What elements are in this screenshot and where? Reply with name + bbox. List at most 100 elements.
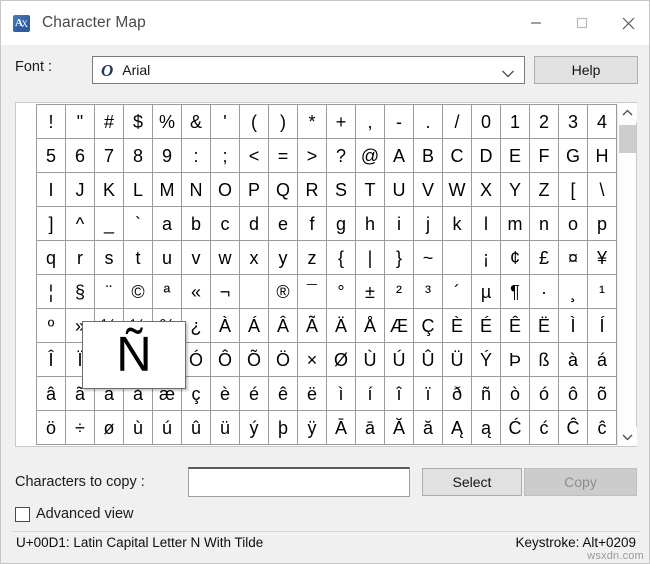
character-cell[interactable]: y [269, 241, 298, 275]
character-cell[interactable]: Í [588, 309, 617, 343]
character-cell[interactable]: v [182, 241, 211, 275]
character-cell[interactable]: U [385, 173, 414, 207]
character-cell[interactable]: ; [211, 139, 240, 173]
character-cell[interactable]: × [298, 343, 327, 377]
character-cell[interactable]: ´ [443, 275, 472, 309]
character-cell[interactable]: ú [153, 411, 182, 445]
character-cell[interactable]: Ā [327, 411, 356, 445]
character-cell[interactable]: 1 [501, 105, 530, 139]
character-cell[interactable]: @ [356, 139, 385, 173]
character-cell[interactable]: m [501, 207, 530, 241]
maximize-button[interactable] [559, 1, 605, 45]
character-cell[interactable]: q [37, 241, 66, 275]
character-cell[interactable]: ± [356, 275, 385, 309]
character-cell[interactable]: « [182, 275, 211, 309]
character-cell[interactable]: N [182, 173, 211, 207]
characters-to-copy-input[interactable] [188, 467, 410, 497]
character-cell[interactable]: ¹ [588, 275, 617, 309]
character-cell[interactable]: C [443, 139, 472, 173]
help-button[interactable]: Help [534, 56, 638, 84]
character-cell[interactable]: \ [588, 173, 617, 207]
character-cell[interactable]: ÷ [66, 411, 95, 445]
character-cell[interactable]: ë [298, 377, 327, 411]
character-cell[interactable]: à [559, 343, 588, 377]
character-cell[interactable]: % [153, 105, 182, 139]
character-cell[interactable]: À [211, 309, 240, 343]
character-cell[interactable]: V [414, 173, 443, 207]
copy-button[interactable]: Copy [524, 468, 637, 496]
character-cell[interactable]: ÿ [298, 411, 327, 445]
character-cell[interactable]: Ç [414, 309, 443, 343]
character-cell[interactable]: & [182, 105, 211, 139]
character-cell[interactable]: M [153, 173, 182, 207]
character-cell[interactable]: Ù [356, 343, 385, 377]
character-cell[interactable]: h [356, 207, 385, 241]
character-cell[interactable]: É [472, 309, 501, 343]
character-cell[interactable]: , [356, 105, 385, 139]
character-cell[interactable]: T [356, 173, 385, 207]
character-cell[interactable]: / [443, 105, 472, 139]
grid-scrollbar[interactable] [617, 103, 637, 446]
character-cell[interactable]: ¬ [211, 275, 240, 309]
character-cell[interactable]: : [182, 139, 211, 173]
character-cell[interactable]: ³ [414, 275, 443, 309]
character-cell[interactable]: Z [530, 173, 559, 207]
character-cell[interactable]: " [66, 105, 95, 139]
character-cell[interactable]: P [240, 173, 269, 207]
character-cell[interactable]: n [530, 207, 559, 241]
character-cell[interactable]: § [66, 275, 95, 309]
character-cell[interactable]: ì [327, 377, 356, 411]
character-cell[interactable]: þ [269, 411, 298, 445]
character-grid[interactable]: ! " # $% & '() * +, -./0 1 2 3 4 5 6 7 8 9:; < = >? @ A B C D E F G H… [36, 104, 617, 445]
character-cell[interactable]: ¨ [95, 275, 124, 309]
character-cell[interactable]: ] [37, 207, 66, 241]
character-cell[interactable]: Û [414, 343, 443, 377]
character-cell[interactable]: ø [95, 411, 124, 445]
character-cell[interactable]: ~ [414, 241, 443, 275]
character-cell[interactable]: 4 [588, 105, 617, 139]
character-cell[interactable]: Ø [327, 343, 356, 377]
character-cell[interactable]: c [211, 207, 240, 241]
character-cell[interactable]: L [124, 173, 153, 207]
character-cell[interactable]: ­ [240, 275, 269, 309]
character-cell[interactable]: Ì [559, 309, 588, 343]
character-cell[interactable]: { [327, 241, 356, 275]
character-cell[interactable]: á [588, 343, 617, 377]
character-cell[interactable]: Ô [211, 343, 240, 377]
character-cell[interactable]: ¥ [588, 241, 617, 275]
character-cell[interactable]: E [501, 139, 530, 173]
character-cell[interactable]: 2 [530, 105, 559, 139]
character-cell[interactable]: t [124, 241, 153, 275]
character-cell[interactable]: ù [124, 411, 153, 445]
character-cell[interactable]: º [37, 309, 66, 343]
character-cell[interactable]: Ú [385, 343, 414, 377]
character-cell[interactable]: Ê [501, 309, 530, 343]
character-cell[interactable]: k [443, 207, 472, 241]
character-cell[interactable]: ¤ [559, 241, 588, 275]
character-cell[interactable]: Ĉ [559, 411, 588, 445]
character-cell[interactable]: Ă [385, 411, 414, 445]
character-cell[interactable]: Q [269, 173, 298, 207]
character-cell[interactable]: ü [211, 411, 240, 445]
character-cell[interactable]: ² [385, 275, 414, 309]
character-cell[interactable]: Ö [269, 343, 298, 377]
character-cell[interactable]: o [559, 207, 588, 241]
character-cell[interactable]: ï [414, 377, 443, 411]
character-cell[interactable]: g [327, 207, 356, 241]
character-cell[interactable]: Ã [298, 309, 327, 343]
character-cell[interactable]: a [153, 207, 182, 241]
character-cell[interactable]: ° [327, 275, 356, 309]
character-cell[interactable]: é [240, 377, 269, 411]
scroll-down-button[interactable] [618, 427, 637, 446]
character-cell[interactable]: ^ [66, 207, 95, 241]
character-cell[interactable]: è [211, 377, 240, 411]
character-cell[interactable]: + [327, 105, 356, 139]
character-cell[interactable]: ß [530, 343, 559, 377]
character-cell[interactable]: ý [240, 411, 269, 445]
character-cell[interactable]: Ą [443, 411, 472, 445]
scrollbar-thumb[interactable] [619, 125, 636, 153]
character-cell[interactable]: £ [530, 241, 559, 275]
character-cell[interactable]: D [472, 139, 501, 173]
character-cell[interactable]: } [385, 241, 414, 275]
character-cell[interactable]: s [95, 241, 124, 275]
